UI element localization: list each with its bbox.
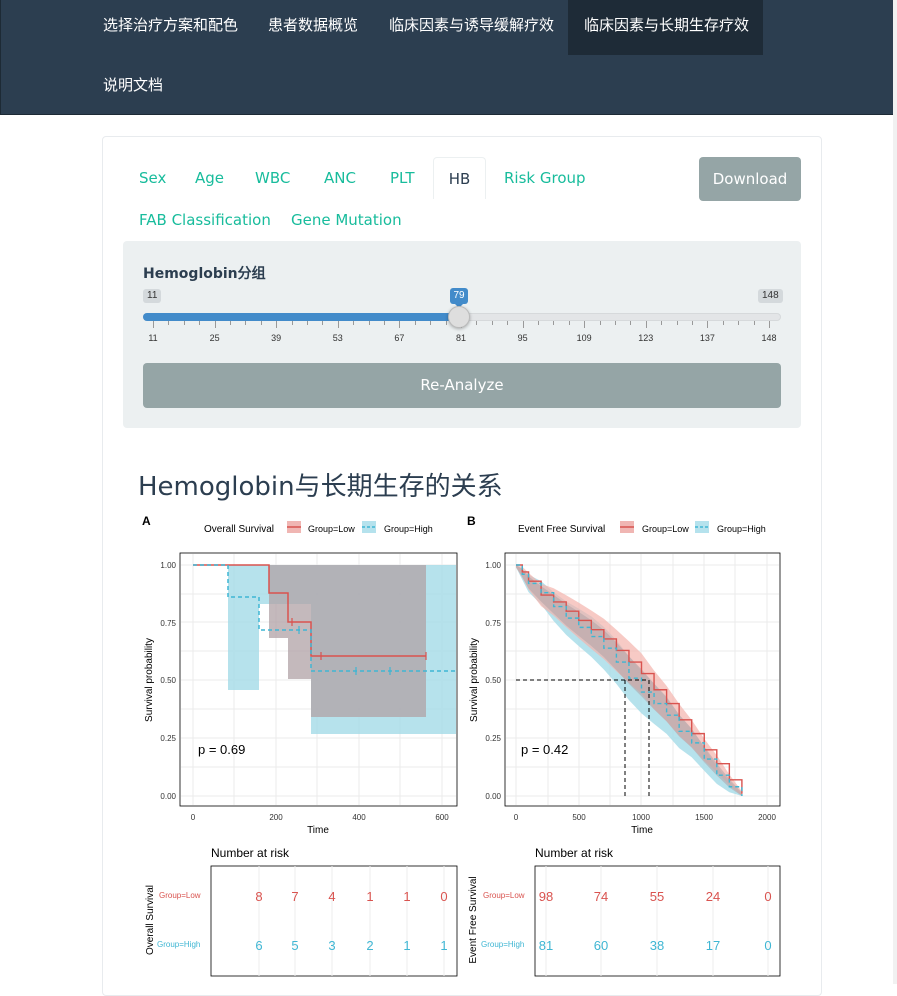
slider-minor-tick (168, 321, 170, 325)
slider-minor-tick (476, 321, 478, 325)
slider-minor-tick (414, 321, 416, 325)
slider-tick-label: 95 (517, 333, 528, 343)
slider-minor-tick (538, 321, 539, 325)
slider-minor-tick (599, 321, 601, 325)
slider-tick-label: 25 (209, 333, 220, 343)
slider-tick-label: 53 (332, 333, 343, 343)
slider-minor-tick (615, 321, 616, 325)
slider-major-tick (276, 321, 278, 328)
slider-minor-tick (384, 321, 385, 325)
tab-fab-classification[interactable]: FAB Classification (139, 199, 271, 241)
slider-major-tick (645, 321, 647, 328)
slider-minor-tick (445, 321, 447, 325)
slider-minor-tick (291, 321, 293, 325)
slider-value-label: 79 (450, 288, 468, 308)
slider-minor-tick (507, 321, 509, 325)
slider-max-label: 148 (758, 289, 783, 303)
slider-label: Hemoglobin分组 (143, 266, 266, 282)
reanalyze-button[interactable]: Re-Analyze (143, 363, 781, 408)
tab-risk-group[interactable]: Risk Group (504, 157, 586, 199)
slider-tick-label: 39 (271, 333, 282, 343)
slider-tick-label: 109 (576, 333, 592, 343)
slider-major-tick (399, 321, 401, 328)
page-scrollbar[interactable] (893, 0, 897, 984)
slider-bar (143, 313, 459, 321)
slider-minor-tick (230, 321, 231, 325)
tab-plt[interactable]: PLT (390, 157, 415, 199)
slider-tick-label: 123 (638, 333, 654, 343)
slider-major-tick (769, 321, 770, 328)
slider-tick-label: 137 (699, 333, 715, 343)
slider-minor-tick (245, 321, 247, 325)
slider-minor-tick (676, 321, 678, 325)
tab-hb[interactable]: HB (433, 157, 486, 199)
slider-major-tick (584, 321, 586, 328)
tab-gene-mutation[interactable]: Gene Mutation (291, 199, 402, 241)
slider-minor-tick (568, 321, 570, 325)
slider-minor-tick (307, 321, 308, 325)
tab-sex[interactable]: Sex (139, 157, 166, 199)
slider-major-tick (522, 321, 524, 328)
slider-minor-tick (260, 321, 262, 325)
slider-minor-tick (183, 321, 185, 325)
slider-major-tick (337, 321, 339, 328)
slider-minor-tick (738, 321, 740, 325)
slider-minor-tick (630, 321, 632, 325)
slider-minor-tick (491, 321, 493, 325)
slider-tick-label: 81 (455, 333, 466, 343)
nav-treatment-palette[interactable]: 选择治疗方案和配色 (87, 0, 254, 55)
slider-minor-tick (353, 321, 355, 325)
slider-min-label: 11 (143, 289, 162, 303)
slider-minor-tick (430, 321, 432, 325)
slider-major-tick (214, 321, 216, 328)
slider-handle[interactable] (448, 306, 470, 328)
nav-long-term-survival[interactable]: 临床因素与长期生存疗效 (568, 0, 763, 55)
slider-major-tick (707, 321, 709, 328)
slider-minor-tick (722, 321, 724, 325)
tab-anc[interactable]: ANC (324, 157, 356, 199)
slider-minor-tick (661, 321, 663, 325)
slider-minor-tick (692, 321, 693, 325)
slider-minor-tick (322, 321, 324, 325)
slider-minor-tick (753, 321, 755, 325)
section-title: Hemoglobin与长期生存的关系 (138, 472, 503, 502)
slider-minor-tick (368, 321, 370, 325)
nav-documentation[interactable]: 说明文档 (87, 60, 179, 115)
slider-major-tick (153, 321, 154, 328)
nav-induction-remission[interactable]: 临床因素与诱导缓解疗效 (373, 0, 570, 55)
slider-tick-label: 11 (148, 333, 158, 343)
navbar: 选择治疗方案和配色 患者数据概览 临床因素与诱导缓解疗效 临床因素与长期生存疗效… (0, 0, 893, 115)
slider-minor-tick (199, 321, 201, 325)
tab-wbc[interactable]: WBC (255, 157, 290, 199)
tab-age[interactable]: Age (195, 157, 224, 199)
slider-minor-tick (553, 321, 555, 325)
slider-tick-label: 148 (761, 333, 777, 343)
nav-patient-overview[interactable]: 患者数据概览 (252, 0, 374, 55)
download-button[interactable]: Download (699, 157, 801, 201)
slider-tick-label: 67 (394, 333, 405, 343)
